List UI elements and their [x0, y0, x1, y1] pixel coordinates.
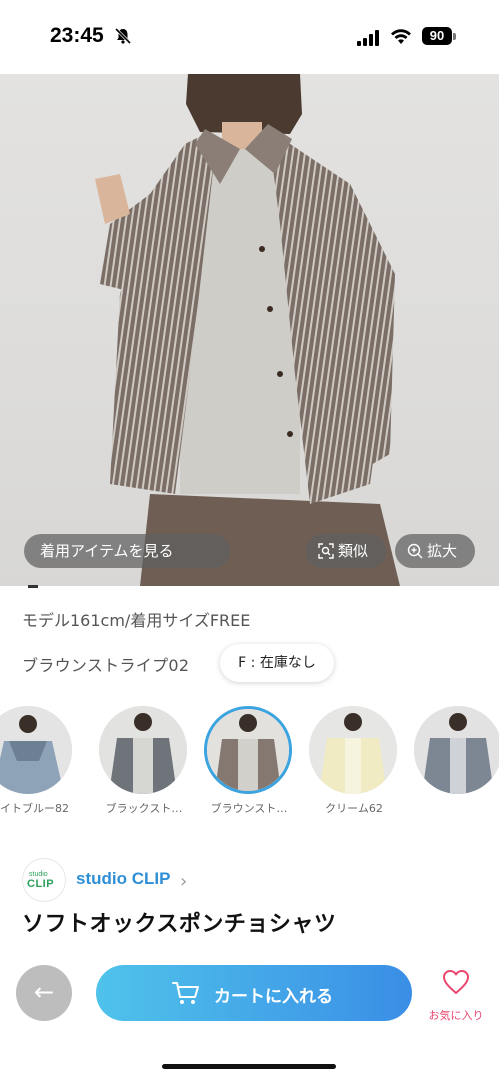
zoom-in-icon — [407, 543, 423, 559]
swatch-thumbnail — [0, 706, 72, 794]
add-to-cart-button[interactable]: カートに入れる — [96, 965, 412, 1021]
color-swatch-5[interactable] — [414, 706, 499, 794]
product-title: ソフトオックスポンチョシャツ — [22, 912, 337, 937]
color-swatch-brown-stripe[interactable]: ブラウンスト… — [204, 706, 294, 815]
brand-logo[interactable]: studio CLIP — [22, 858, 66, 902]
favorite-label: お気に入り — [428, 1009, 484, 1022]
favorite-button[interactable]: お気に入り — [418, 965, 494, 1025]
similar-search-button[interactable]: 類似 — [306, 534, 386, 568]
back-button[interactable]: ← — [16, 965, 72, 1021]
swatch-label: ブラウンスト… — [210, 802, 288, 815]
similar-label: 類似 — [338, 542, 369, 560]
swatch-thumbnail — [204, 706, 292, 794]
brand-logo-main-text: CLIP — [27, 878, 55, 890]
signal-icon — [357, 30, 379, 46]
model-illustration — [95, 74, 400, 586]
brand-name-link[interactable]: studio CLIP — [76, 869, 170, 889]
swatch-thumbnail — [414, 706, 499, 794]
color-swatch-light-blue[interactable]: ライトブルー82 — [0, 706, 74, 815]
swatch-label: ライトブルー82 — [0, 802, 69, 815]
selected-color-name: ブラウンストライプ02 — [22, 656, 190, 675]
view-worn-items-button[interactable]: 着用アイテムを見る — [24, 534, 230, 568]
swatch-label: クリーム62 — [325, 802, 383, 815]
status-time: 23:45 — [50, 24, 104, 47]
status-bar: 23:45 90 — [0, 0, 499, 74]
heart-icon — [443, 970, 469, 994]
bell-muted-icon — [114, 27, 132, 45]
color-swatch-black-stripe[interactable]: ブラックスト… — [99, 706, 189, 815]
swatch-thumbnail — [309, 706, 397, 794]
zoom-label: 拡大 — [427, 542, 458, 560]
zoom-button[interactable]: 拡大 — [395, 534, 475, 568]
view-worn-items-label: 着用アイテムを見る — [40, 542, 174, 560]
cart-icon — [172, 982, 199, 1004]
home-indicator — [162, 1064, 336, 1069]
swatch-thumbnail — [99, 706, 187, 794]
wifi-icon — [391, 29, 411, 44]
battery-tip — [453, 33, 456, 40]
color-swatch-cream[interactable]: クリーム62 — [309, 706, 399, 815]
model-info: モデル161cm/着用サイズFREE — [22, 611, 251, 630]
chevron-right-icon: › — [180, 871, 188, 892]
similar-search-icon — [318, 543, 334, 559]
arrow-left-icon: ← — [33, 978, 55, 1006]
product-photo[interactable]: 着用アイテムを見る 類似 拡大 — [0, 74, 499, 586]
battery-indicator: 90 — [422, 27, 452, 45]
image-indicator — [28, 585, 38, 588]
size-stock-chip[interactable]: F : 在庫なし — [220, 644, 334, 682]
swatch-label: ブラックスト… — [105, 802, 183, 815]
brand-logo-small-text: studio — [29, 871, 48, 878]
add-to-cart-label: カートに入れる — [214, 987, 333, 1007]
